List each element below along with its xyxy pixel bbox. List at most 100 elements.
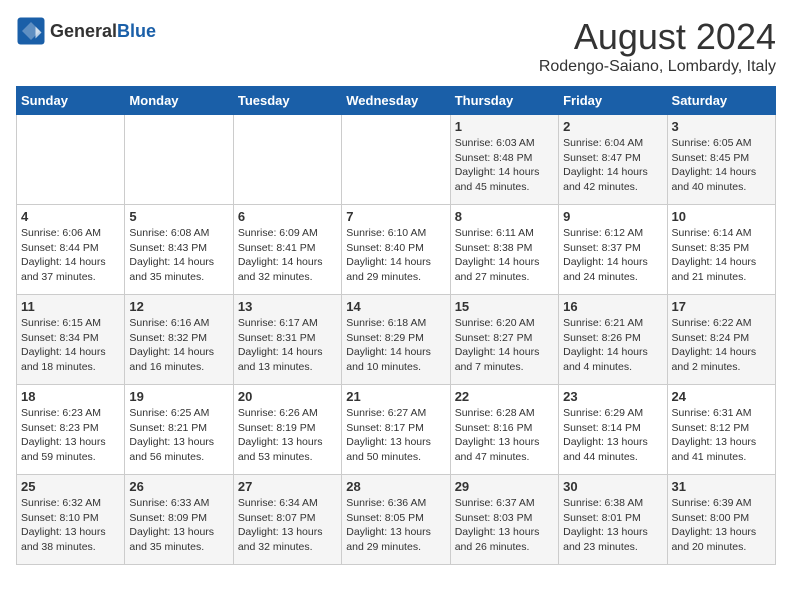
calendar-cell: 28 Sunrise: 6:36 AM Sunset: 8:05 PM Dayli… [342,475,450,565]
day-info: Sunrise: 6:26 AM Sunset: 8:19 PM Dayligh… [238,406,337,465]
day-number: 17 [672,299,771,314]
day-number: 14 [346,299,445,314]
weekday-header-tuesday: Tuesday [233,87,341,115]
day-number: 22 [455,389,554,404]
day-info: Sunrise: 6:06 AM Sunset: 8:44 PM Dayligh… [21,226,120,285]
day-number: 12 [129,299,228,314]
day-info: Sunrise: 6:16 AM Sunset: 8:32 PM Dayligh… [129,316,228,375]
day-info: Sunrise: 6:23 AM Sunset: 8:23 PM Dayligh… [21,406,120,465]
day-info: Sunrise: 6:11 AM Sunset: 8:38 PM Dayligh… [455,226,554,285]
day-info: Sunrise: 6:22 AM Sunset: 8:24 PM Dayligh… [672,316,771,375]
calendar-cell: 31 Sunrise: 6:39 AM Sunset: 8:00 PM Dayli… [667,475,775,565]
day-info: Sunrise: 6:29 AM Sunset: 8:14 PM Dayligh… [563,406,662,465]
day-number: 30 [563,479,662,494]
day-number: 23 [563,389,662,404]
day-number: 3 [672,119,771,134]
day-number: 25 [21,479,120,494]
weekday-header-row: SundayMondayTuesdayWednesdayThursdayFrid… [17,87,776,115]
day-number: 7 [346,209,445,224]
calendar-cell: 1Sunrise: 6:03 AM Sunset: 8:48 PM Daylig… [450,115,558,205]
day-info: Sunrise: 6:32 AM Sunset: 8:10 PM Dayligh… [21,496,120,555]
calendar-cell: 9Sunrise: 6:12 AM Sunset: 8:37 PM Daylig… [559,205,667,295]
calendar-cell: 30 Sunrise: 6:38 AM Sunset: 8:01 PM Dayli… [559,475,667,565]
day-info: Sunrise: 6:05 AM Sunset: 8:45 PM Dayligh… [672,136,771,195]
day-number: 28 [346,479,445,494]
calendar-cell: 15 Sunrise: 6:20 AM Sunset: 8:27 PM Dayli… [450,295,558,385]
day-info: Sunrise: 6:37 AM Sunset: 8:03 PM Dayligh… [455,496,554,555]
day-info: Sunrise: 6:12 AM Sunset: 8:37 PM Dayligh… [563,226,662,285]
weekday-header-thursday: Thursday [450,87,558,115]
weekday-header-saturday: Saturday [667,87,775,115]
calendar-cell [233,115,341,205]
calendar-cell: 17 Sunrise: 6:22 AM Sunset: 8:24 PM Dayli… [667,295,775,385]
day-number: 15 [455,299,554,314]
day-info: Sunrise: 6:28 AM Sunset: 8:16 PM Dayligh… [455,406,554,465]
calendar-cell: 27 Sunrise: 6:34 AM Sunset: 8:07 PM Dayli… [233,475,341,565]
calendar-table: SundayMondayTuesdayWednesdayThursdayFrid… [16,86,776,565]
week-row-5: 25 Sunrise: 6:32 AM Sunset: 8:10 PM Dayli… [17,475,776,565]
calendar-cell: 10 Sunrise: 6:14 AM Sunset: 8:35 PM Dayli… [667,205,775,295]
day-info: Sunrise: 6:34 AM Sunset: 8:07 PM Dayligh… [238,496,337,555]
calendar-cell: 8 Sunrise: 6:11 AM Sunset: 8:38 PM Daylig… [450,205,558,295]
calendar-cell: 20 Sunrise: 6:26 AM Sunset: 8:19 PM Dayli… [233,385,341,475]
calendar-cell: 25 Sunrise: 6:32 AM Sunset: 8:10 PM Dayli… [17,475,125,565]
day-number: 21 [346,389,445,404]
logo-icon [16,16,46,46]
logo-text: GeneralBlue [50,21,156,42]
day-info: Sunrise: 6:04 AM Sunset: 8:47 PM Dayligh… [563,136,662,195]
page-header: GeneralBlue August 2024 Rodengo-Saiano, … [16,16,776,76]
calendar-cell [17,115,125,205]
calendar-cell: 29Sunrise: 6:37 AM Sunset: 8:03 PM Dayli… [450,475,558,565]
weekday-header-friday: Friday [559,87,667,115]
day-number: 6 [238,209,337,224]
day-info: Sunrise: 6:17 AM Sunset: 8:31 PM Dayligh… [238,316,337,375]
calendar-cell: 23 Sunrise: 6:29 AM Sunset: 8:14 PM Dayli… [559,385,667,475]
day-info: Sunrise: 6:27 AM Sunset: 8:17 PM Dayligh… [346,406,445,465]
weekday-header-monday: Monday [125,87,233,115]
calendar-cell: 7 Sunrise: 6:10 AM Sunset: 8:40 PM Daylig… [342,205,450,295]
day-info: Sunrise: 6:08 AM Sunset: 8:43 PM Dayligh… [129,226,228,285]
weekday-header-sunday: Sunday [17,87,125,115]
calendar-cell: 11Sunrise: 6:15 AM Sunset: 8:34 PM Dayli… [17,295,125,385]
day-number: 27 [238,479,337,494]
day-info: Sunrise: 6:21 AM Sunset: 8:26 PM Dayligh… [563,316,662,375]
day-number: 31 [672,479,771,494]
calendar-cell: 24Sunrise: 6:31 AM Sunset: 8:12 PM Dayli… [667,385,775,475]
day-info: Sunrise: 6:38 AM Sunset: 8:01 PM Dayligh… [563,496,662,555]
day-number: 5 [129,209,228,224]
day-number: 19 [129,389,228,404]
calendar-cell: 14Sunrise: 6:18 AM Sunset: 8:29 PM Dayli… [342,295,450,385]
calendar-cell: 4Sunrise: 6:06 AM Sunset: 8:44 PM Daylig… [17,205,125,295]
calendar-cell: 5 Sunrise: 6:08 AM Sunset: 8:43 PM Daylig… [125,205,233,295]
day-number: 10 [672,209,771,224]
day-number: 2 [563,119,662,134]
day-info: Sunrise: 6:14 AM Sunset: 8:35 PM Dayligh… [672,226,771,285]
month-title: August 2024 [539,16,776,58]
weekday-header-wednesday: Wednesday [342,87,450,115]
week-row-4: 18 Sunrise: 6:23 AM Sunset: 8:23 PM Dayli… [17,385,776,475]
week-row-3: 11Sunrise: 6:15 AM Sunset: 8:34 PM Dayli… [17,295,776,385]
calendar-cell: 18 Sunrise: 6:23 AM Sunset: 8:23 PM Dayli… [17,385,125,475]
logo: GeneralBlue [16,16,156,46]
day-info: Sunrise: 6:33 AM Sunset: 8:09 PM Dayligh… [129,496,228,555]
week-row-2: 4Sunrise: 6:06 AM Sunset: 8:44 PM Daylig… [17,205,776,295]
calendar-cell: 12 Sunrise: 6:16 AM Sunset: 8:32 PM Dayli… [125,295,233,385]
day-info: Sunrise: 6:20 AM Sunset: 8:27 PM Dayligh… [455,316,554,375]
day-number: 11 [21,299,120,314]
calendar-cell: 6 Sunrise: 6:09 AM Sunset: 8:41 PM Daylig… [233,205,341,295]
day-info: Sunrise: 6:36 AM Sunset: 8:05 PM Dayligh… [346,496,445,555]
day-number: 26 [129,479,228,494]
day-number: 18 [21,389,120,404]
day-info: Sunrise: 6:10 AM Sunset: 8:40 PM Dayligh… [346,226,445,285]
title-block: August 2024 Rodengo-Saiano, Lombardy, It… [539,16,776,76]
day-info: Sunrise: 6:25 AM Sunset: 8:21 PM Dayligh… [129,406,228,465]
week-row-1: 1Sunrise: 6:03 AM Sunset: 8:48 PM Daylig… [17,115,776,205]
calendar-cell [342,115,450,205]
calendar-cell: 2 Sunrise: 6:04 AM Sunset: 8:47 PM Daylig… [559,115,667,205]
day-number: 20 [238,389,337,404]
calendar-cell: 13Sunrise: 6:17 AM Sunset: 8:31 PM Dayli… [233,295,341,385]
day-info: Sunrise: 6:03 AM Sunset: 8:48 PM Dayligh… [455,136,554,195]
day-info: Sunrise: 6:39 AM Sunset: 8:00 PM Dayligh… [672,496,771,555]
day-number: 8 [455,209,554,224]
day-info: Sunrise: 6:09 AM Sunset: 8:41 PM Dayligh… [238,226,337,285]
